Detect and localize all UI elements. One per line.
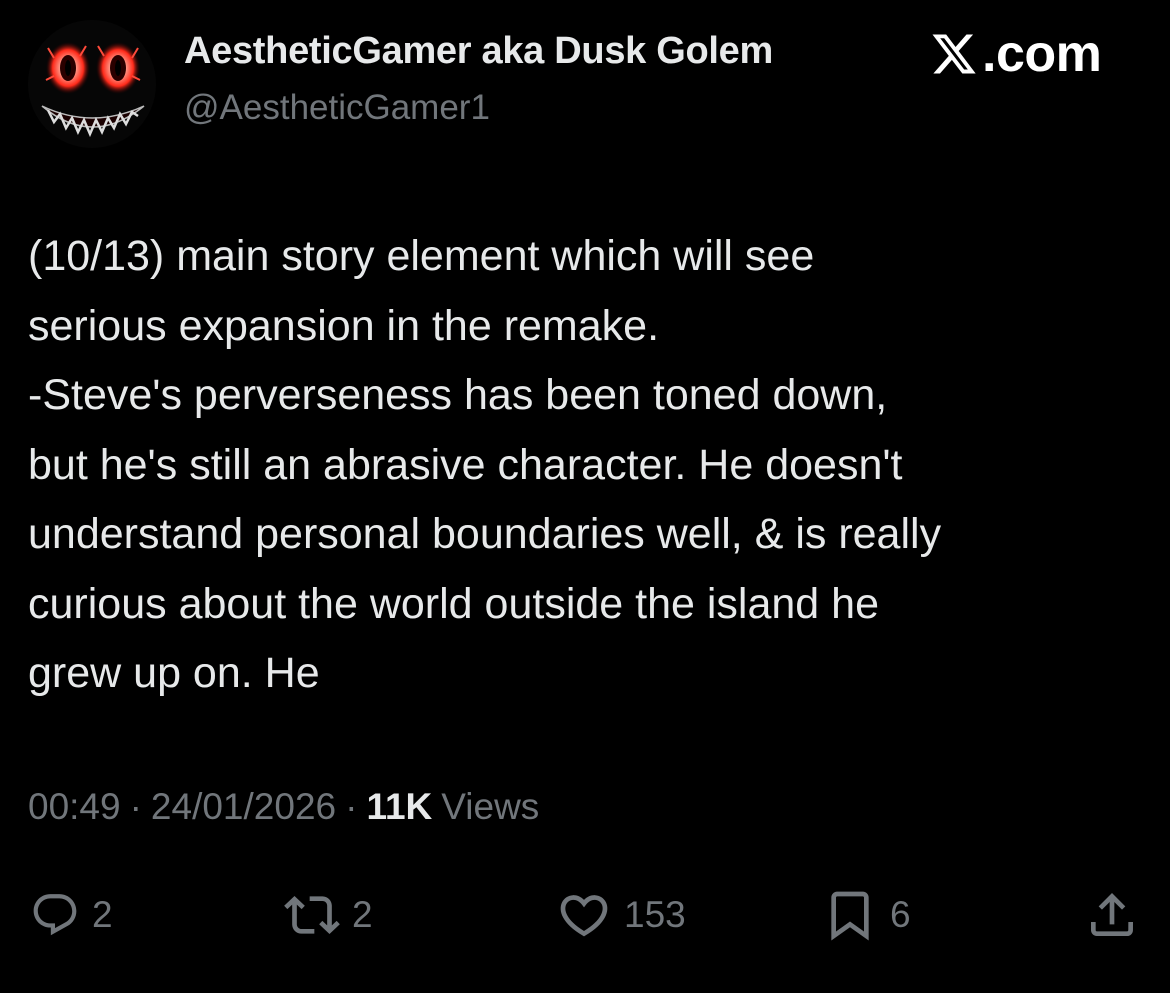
bookmark-button[interactable]: 6 bbox=[822, 880, 911, 950]
reply-icon bbox=[33, 894, 77, 936]
tweet-time[interactable]: 00:49 bbox=[28, 786, 121, 827]
repost-button[interactable]: 2 bbox=[284, 880, 373, 950]
reply-count: 2 bbox=[92, 894, 113, 935]
reply-button[interactable]: 2 bbox=[30, 880, 113, 950]
views-count[interactable]: 11K bbox=[366, 786, 432, 827]
brand-text: .com bbox=[982, 25, 1102, 83]
share-icon bbox=[1091, 893, 1133, 936]
meta-separator: · bbox=[129, 786, 142, 827]
action-bar: 2 2 153 6 bbox=[0, 880, 1170, 950]
views-label[interactable]: Views bbox=[441, 786, 539, 827]
like-count: 153 bbox=[624, 894, 686, 935]
tweet-date[interactable]: 24/01/2026 bbox=[151, 786, 336, 827]
tweet-screenshot: AestheticGamer aka Dusk Golem @Aesthetic… bbox=[0, 0, 1170, 993]
bookmark-count: 6 bbox=[890, 894, 911, 935]
display-name[interactable]: AestheticGamer aka Dusk Golem bbox=[184, 30, 773, 73]
like-button[interactable]: 153 bbox=[556, 880, 686, 950]
tweet-text: (10/13) main story element which will se… bbox=[28, 232, 942, 697]
user-handle[interactable]: @AestheticGamer1 bbox=[184, 88, 490, 128]
repost-icon bbox=[284, 896, 340, 934]
repost-count: 2 bbox=[352, 894, 373, 935]
x-brand-watermark: .com bbox=[930, 25, 1102, 83]
demon-face-icon bbox=[28, 20, 156, 148]
avatar[interactable] bbox=[28, 20, 156, 148]
heart-icon bbox=[560, 895, 608, 937]
share-button[interactable] bbox=[1084, 880, 1140, 950]
x-logo-icon bbox=[932, 34, 976, 74]
tweet-meta: 00:49 · 24/01/2026 · 11K Views bbox=[28, 786, 539, 828]
meta-separator: · bbox=[345, 786, 358, 827]
bookmark-icon bbox=[831, 891, 869, 941]
